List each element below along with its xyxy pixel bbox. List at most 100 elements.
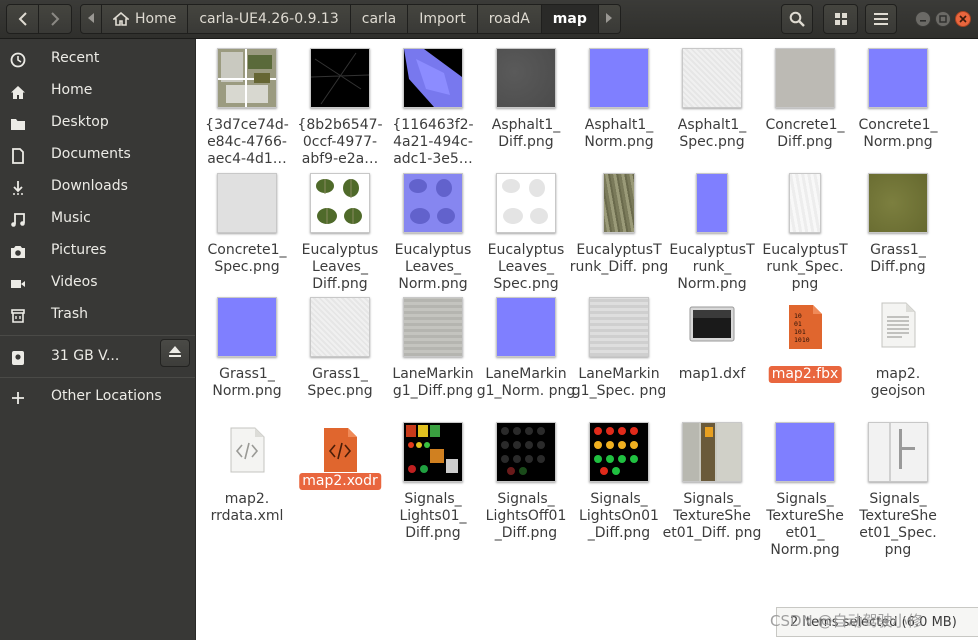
texture-image	[217, 173, 277, 233]
sidebar-item-label: Documents	[51, 146, 131, 162]
file-thumbnail	[851, 46, 945, 110]
texture-image	[603, 173, 635, 233]
breadcrumb-label: Home	[135, 11, 177, 27]
sidebar-item-home[interactable]: Home	[0, 76, 195, 106]
file-name: LaneMarkin g1_Spec. png	[571, 366, 667, 399]
breadcrumb-scroll-left-button[interactable]	[80, 4, 102, 34]
file-thumbnail	[665, 295, 759, 359]
breadcrumb-import[interactable]: Import	[408, 4, 478, 34]
fbx-binary-text: 1010	[794, 336, 810, 344]
sidebar-item-other-locations[interactable]: Other Locations	[0, 382, 195, 412]
sidebar-item-downloads[interactable]: Downloads	[0, 172, 195, 202]
breadcrumb-scroll-right-button[interactable]	[598, 4, 621, 34]
sidebar-item-documents[interactable]: Documents	[0, 140, 195, 170]
download-icon	[9, 179, 27, 197]
texture-image	[789, 173, 821, 233]
sidebar-item-desktop[interactable]: Desktop	[0, 108, 195, 138]
breadcrumb-label: carla-UE4.26-0.9.13	[199, 11, 339, 27]
fbx-file-icon: 10 01 101 1010	[787, 304, 823, 350]
file-name: Eucalyptus Leaves_ Diff.png	[301, 242, 379, 292]
file-thumbnail	[851, 420, 945, 484]
sidebar-divider	[0, 377, 195, 378]
sidebar-item-label: Desktop	[51, 114, 109, 130]
breadcrumb-carla[interactable]: carla	[350, 4, 409, 34]
file-name: Signals_ TextureShe et01_Spec. png	[859, 491, 937, 558]
file-name: EucalyptusT runk_Diff. png	[569, 242, 669, 275]
plus-icon	[9, 389, 27, 407]
file-thumbnail	[572, 295, 666, 359]
file-thumbnail	[572, 171, 666, 235]
file-name: Signals_ LightsOn01 _Diff.png	[579, 491, 659, 541]
sidebar-item-label: Downloads	[51, 178, 128, 194]
search-button[interactable]	[781, 4, 813, 34]
file-thumbnail	[479, 420, 573, 484]
file-thumbnail	[479, 295, 573, 359]
file-thumbnail	[851, 295, 945, 359]
grid-view-icon	[834, 12, 848, 26]
file-thumbnail	[479, 171, 573, 235]
sidebar-item-trash[interactable]: Trash	[0, 300, 195, 330]
signals-texture-image	[403, 422, 463, 482]
sidebar-item-recent[interactable]: Recent	[0, 44, 195, 74]
maximize-button[interactable]	[935, 11, 951, 27]
sidebar-divider	[0, 335, 195, 336]
sidebar-item-label: Recent	[51, 50, 100, 66]
signals-texture-image	[589, 422, 649, 482]
sidebar-item-music[interactable]: Music	[0, 204, 195, 234]
back-button[interactable]	[6, 4, 39, 34]
file-name: Asphalt1_ Spec.png	[677, 117, 747, 150]
file-thumbnail	[665, 420, 759, 484]
sidebar-item-label: Music	[51, 210, 91, 226]
sidebar-item-volume[interactable]: 31 GB V...	[0, 339, 195, 372]
texture-image	[496, 297, 556, 357]
breadcrumb: Home carla-UE4.26-0.9.13 carla Import ro…	[80, 4, 621, 34]
sidebar-item-pictures[interactable]: Pictures	[0, 236, 195, 266]
file-name: map2.fbx	[768, 366, 842, 383]
camera-icon	[9, 243, 27, 261]
sidebar-item-label: 31 GB V...	[51, 348, 120, 364]
sidebar-item-label: Trash	[51, 306, 88, 322]
texture-image	[217, 297, 277, 357]
eject-button[interactable]	[160, 339, 190, 367]
sidebar-item-videos[interactable]: Videos	[0, 268, 195, 298]
breadcrumb-map[interactable]: map	[541, 4, 599, 34]
chevron-right-icon	[50, 12, 60, 26]
file-thumbnail	[386, 295, 480, 359]
file-name: Grass1_ Spec.png	[307, 366, 373, 399]
file-name: map2.xodr	[299, 473, 381, 490]
file-name: Grass1_ Norm.png	[212, 366, 282, 399]
file-thumbnail	[200, 295, 294, 359]
view-toggle-button[interactable]	[823, 4, 858, 34]
watermark: CSDN @自动驾驶小修	[770, 612, 923, 630]
home-icon	[113, 12, 129, 26]
home-icon	[9, 83, 27, 101]
texture-image	[496, 48, 556, 108]
fbx-binary-text: 10	[794, 312, 802, 320]
video-icon	[9, 275, 27, 293]
maximize-icon	[939, 11, 947, 27]
sidebar-item-label: Videos	[51, 274, 98, 290]
clock-icon	[9, 51, 27, 69]
minimize-button[interactable]	[915, 11, 931, 27]
leaves-texture-image	[310, 173, 370, 233]
file-name: map1.dxf	[678, 366, 746, 382]
file-name: map2. rrdata.xml	[210, 491, 284, 524]
file-name: Eucalyptus Leaves_ Norm.png	[394, 242, 472, 292]
trash-icon	[9, 307, 27, 325]
minimize-icon	[919, 11, 927, 27]
dark-road-texture-image	[310, 48, 370, 108]
file-thumbnail	[293, 171, 387, 235]
breadcrumb-carla-ue4[interactable]: carla-UE4.26-0.9.13	[188, 4, 351, 34]
triangle-right-icon	[606, 11, 613, 27]
forward-button[interactable]	[38, 4, 72, 34]
file-thumbnail	[293, 46, 387, 110]
menu-button[interactable]	[865, 4, 897, 34]
texture-image	[589, 48, 649, 108]
close-button[interactable]	[955, 11, 971, 27]
breadcrumb-home[interactable]: Home	[102, 4, 189, 34]
signals-texture-image	[496, 422, 556, 482]
file-name: LaneMarkin g1_Diff.png	[392, 366, 474, 399]
file-name: Asphalt1_ Norm.png	[584, 117, 654, 150]
breadcrumb-roada[interactable]: roadA	[477, 4, 542, 34]
file-name: Signals_ Lights01_ Diff.png	[399, 491, 467, 541]
